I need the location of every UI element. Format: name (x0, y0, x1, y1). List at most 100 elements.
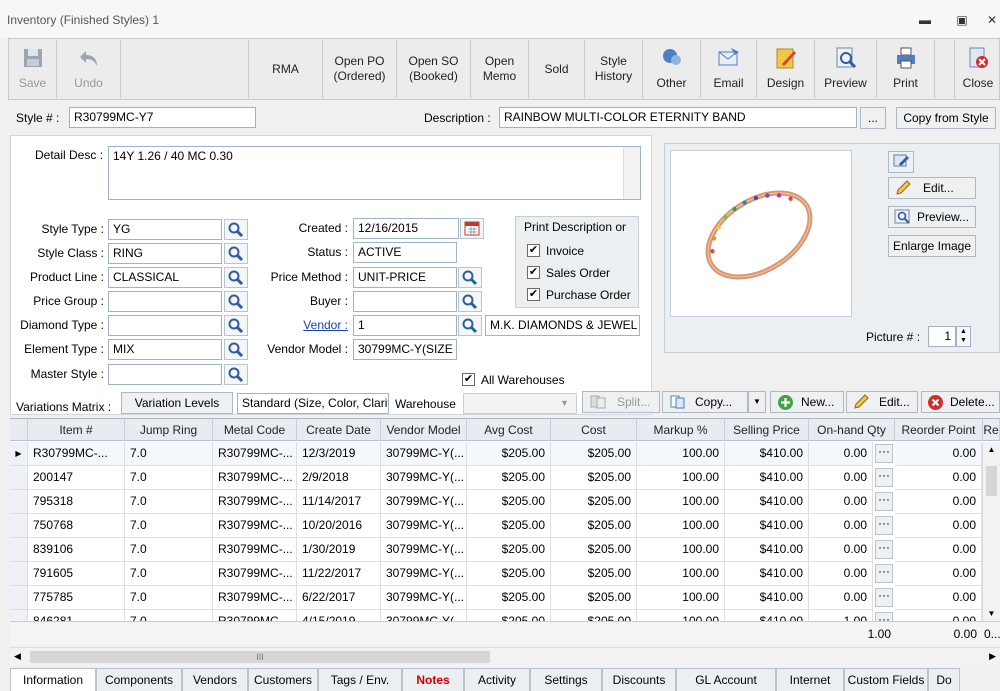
all-warehouses-checkbox[interactable]: ✔ (462, 373, 475, 386)
copy-from-style-button[interactable]: Copy from Style (896, 107, 996, 129)
vendor-field[interactable]: 1 (353, 315, 457, 336)
grid-cell[interactable]: 100.00 (637, 466, 725, 490)
grid-cell[interactable]: $410.00 (725, 514, 809, 538)
vendor-search-button[interactable] (458, 315, 482, 336)
open-memo-button[interactable]: Open Memo (471, 40, 529, 98)
description-field[interactable]: RAINBOW MULTI-COLOR ETERNITY BAND (499, 107, 857, 128)
column-header[interactable]: Re (983, 419, 1000, 441)
price-group-search-button[interactable] (224, 291, 248, 312)
price-group-field[interactable] (108, 291, 222, 312)
purchase-order-checkbox[interactable]: ✔ (527, 288, 540, 301)
column-header[interactable]: Markup % (637, 419, 725, 441)
tab-activity[interactable]: Activity (464, 668, 530, 691)
grid-cell[interactable]: 30799MC-Y(... (381, 538, 467, 562)
picture-no-spinner[interactable]: ▲ ▼ (956, 326, 971, 347)
print-button[interactable]: Print (877, 40, 935, 98)
grid-cell[interactable]: 0.00 (809, 538, 873, 562)
grid-cell[interactable]: $205.00 (467, 586, 551, 610)
copy-dropdown-button[interactable]: ▼ (748, 391, 766, 413)
sales-order-checkbox[interactable]: ✔ (527, 266, 540, 279)
picture-preview-button[interactable]: Preview... (888, 206, 976, 228)
grid-cell[interactable]: $205.00 (467, 466, 551, 490)
grid-cell[interactable]: $205.00 (551, 562, 637, 586)
grid-cell[interactable]: 7.0 (125, 442, 213, 466)
tab-discounts[interactable]: Discounts (602, 668, 676, 691)
grid-cell[interactable]: 200147 (28, 466, 125, 490)
grid-cell[interactable]: 30799MC-Y(... (381, 586, 467, 610)
tab-gl-account[interactable]: GL Account (676, 668, 776, 691)
grid-cell[interactable]: $205.00 (551, 538, 637, 562)
open-so-button[interactable]: Open SO (Booked) (397, 40, 471, 98)
grid-cell[interactable]: $205.00 (551, 466, 637, 490)
column-header[interactable]: Reorder Point (895, 419, 983, 441)
grid-cell[interactable]: 791605 (28, 562, 125, 586)
sold-button[interactable]: Sold (529, 40, 585, 98)
grid-cell[interactable]: $205.00 (551, 490, 637, 514)
tab-settings[interactable]: Settings (530, 668, 602, 691)
grid-cell[interactable]: 11/22/2017 (297, 562, 381, 586)
split-button[interactable]: Split... (582, 391, 660, 413)
grid-cell[interactable]: 795318 (28, 490, 125, 514)
variation-levels-field[interactable]: Standard (Size, Color, Clarit (237, 393, 389, 414)
grid-cell[interactable]: 0.00 (809, 490, 873, 514)
grid-cell[interactable]: R30799MC-... (213, 562, 297, 586)
rma-button[interactable]: RMA (249, 40, 323, 98)
variation-levels-button[interactable]: Variation Levels (121, 392, 233, 414)
grid-cell[interactable]: R30799MC-... (213, 586, 297, 610)
open-po-button[interactable]: Open PO (Ordered) (323, 40, 397, 98)
price-method-field[interactable]: UNIT-PRICE (353, 267, 457, 288)
grid-cell[interactable]: $205.00 (467, 562, 551, 586)
grid-cell[interactable]: 7.0 (125, 586, 213, 610)
save-button[interactable]: Save (9, 40, 57, 98)
row-selector[interactable] (10, 466, 28, 490)
buyer-field[interactable] (353, 291, 457, 312)
close-window-button[interactable]: ✕ (985, 14, 999, 26)
onhand-ellipsis-button[interactable]: ··· (875, 444, 893, 463)
grid-cell[interactable]: 6/22/2017 (297, 586, 381, 610)
grid-cell[interactable]: 100.00 (637, 538, 725, 562)
grid-cell[interactable]: 30799MC-Y(... (381, 562, 467, 586)
edit-button[interactable]: Edit... (846, 391, 918, 413)
grid-cell[interactable]: $410.00 (725, 562, 809, 586)
row-selector[interactable] (10, 514, 28, 538)
tab-vendors[interactable]: Vendors (182, 668, 248, 691)
grid-cell[interactable]: 12/3/2019 (297, 442, 381, 466)
column-header[interactable]: Item # (28, 419, 125, 441)
vendor-link[interactable]: Vendor : (250, 318, 348, 332)
style-class-search-button[interactable] (224, 243, 248, 264)
column-header[interactable]: Metal Code (213, 419, 297, 441)
picture-edit-button[interactable]: Edit... (888, 177, 976, 199)
column-header[interactable]: Jump Ring (125, 419, 213, 441)
grid-cell[interactable]: 0.00 (809, 514, 873, 538)
grid-cell[interactable]: 0.00 (895, 442, 982, 466)
tab-information[interactable]: Information (10, 668, 96, 691)
grid-cell[interactable]: $410.00 (725, 490, 809, 514)
grid-cell[interactable]: $205.00 (467, 490, 551, 514)
grid-cell[interactable]: 775785 (28, 586, 125, 610)
grid-cell[interactable]: R30799MC-... (28, 442, 125, 466)
tab-notes[interactable]: Notes (402, 668, 464, 691)
vendor-name-field[interactable]: M.K. DIAMONDS & JEWEL (485, 315, 640, 336)
grid-cell[interactable]: 30799MC-Y(... (381, 442, 467, 466)
grid-cell[interactable]: 30799MC-Y(... (381, 490, 467, 514)
other-button[interactable]: Other (643, 40, 701, 98)
style-type-field[interactable]: YG (108, 219, 222, 240)
grid-cell[interactable]: 0.00 (895, 538, 982, 562)
grid-cell[interactable]: $205.00 (467, 538, 551, 562)
master-style-search-button[interactable] (224, 364, 248, 385)
detail-desc-scrollbar[interactable] (623, 147, 640, 199)
grid-cell[interactable]: 100.00 (637, 490, 725, 514)
grid-scroll-thumb[interactable] (986, 466, 997, 496)
delete-button[interactable]: Delete... (921, 391, 1000, 413)
tab-do[interactable]: Do (928, 668, 960, 691)
product-line-search-button[interactable] (224, 267, 248, 288)
minimize-button[interactable]: ▬ (918, 14, 932, 26)
preview-button[interactable]: Preview (815, 40, 877, 98)
description-ellipsis-button[interactable]: ... (860, 107, 886, 129)
grid-cell[interactable]: 30799MC-Y(... (381, 466, 467, 490)
style-no-field[interactable]: R30799MC-Y7 (69, 107, 256, 128)
grid-cell[interactable]: 0.00 (895, 490, 982, 514)
undo-button[interactable]: Undo (57, 40, 121, 98)
product-line-field[interactable]: CLASSICAL (108, 267, 222, 288)
grid-cell[interactable]: $410.00 (725, 538, 809, 562)
